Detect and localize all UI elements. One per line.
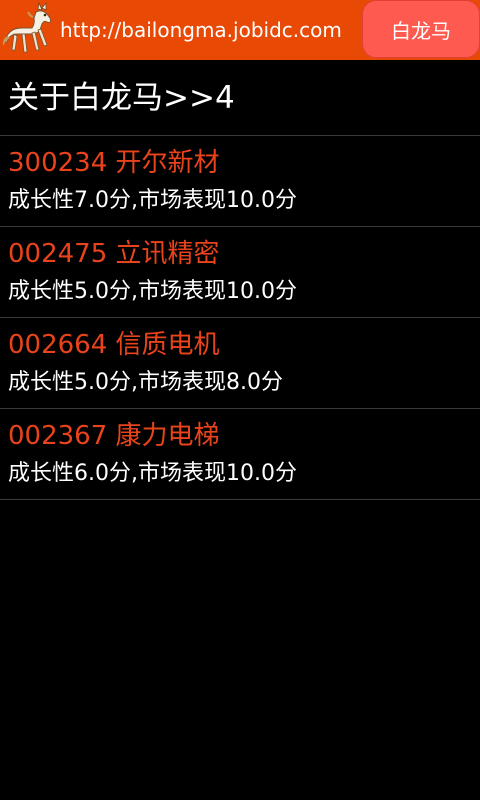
- site-url: http://bailongma.jobidc.com: [60, 18, 342, 42]
- app-screen: http://bailongma.jobidc.com 白龙马 关于白龙马>>4…: [0, 0, 480, 800]
- stock-score: 成长性6.0分,市场表现10.0分: [8, 461, 297, 486]
- stock-title: 002475 立讯精密: [8, 239, 220, 269]
- stock-score: 成长性5.0分,市场表现8.0分: [8, 370, 283, 395]
- list-item[interactable]: 002367 康力电梯 成长性6.0分,市场表现10.0分: [0, 409, 480, 500]
- white-horse-logo-icon: [2, 1, 52, 53]
- stock-score: 成长性7.0分,市场表现10.0分: [8, 188, 297, 213]
- stock-score: 成长性5.0分,市场表现10.0分: [8, 279, 297, 304]
- stock-title: 300234 开尔新材: [8, 148, 220, 178]
- page-title: 关于白龙马>>4: [8, 80, 235, 116]
- list-item[interactable]: 002475 立讯精密 成长性5.0分,市场表现10.0分: [0, 227, 480, 318]
- brand-button[interactable]: 白龙马: [362, 0, 480, 58]
- stock-title: 002367 康力电梯: [8, 421, 220, 451]
- list-item[interactable]: 002664 信质电机 成长性5.0分,市场表现8.0分: [0, 318, 480, 409]
- top-bar: http://bailongma.jobidc.com 白龙马: [0, 0, 480, 60]
- stock-list: 300234 开尔新材 成长性7.0分,市场表现10.0分 002475 立讯精…: [0, 136, 480, 500]
- stock-title: 002664 信质电机: [8, 330, 220, 360]
- list-item[interactable]: 300234 开尔新材 成长性7.0分,市场表现10.0分: [0, 136, 480, 227]
